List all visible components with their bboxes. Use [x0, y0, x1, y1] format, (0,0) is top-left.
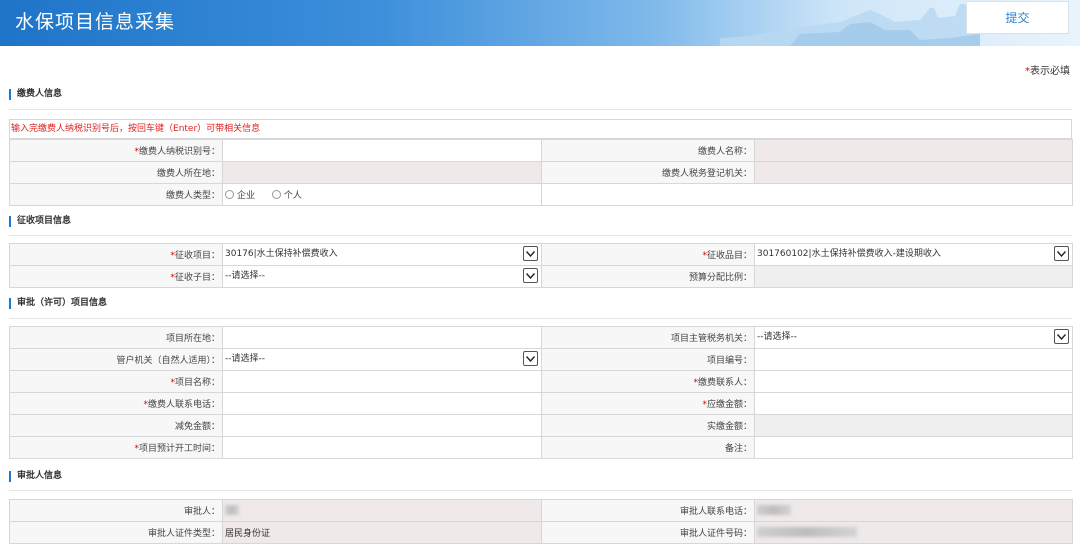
payer-table: *缴费人纳税识别号： 缴费人名称： 缴费人所在地： 缴费人税务登记机关： 缴费人… [9, 139, 1073, 206]
remark-input[interactable] [754, 436, 1073, 459]
amount-due-input[interactable] [754, 392, 1073, 415]
phone-label: *缴费人联系电话： [9, 392, 223, 415]
project-authority-select[interactable]: --请选择-- [754, 326, 1073, 349]
approver-id-number-field [754, 521, 1073, 544]
reduction-label: 减免金额： [9, 414, 223, 437]
actual-amount-label: 实缴金额： [541, 414, 755, 437]
header-banner: 水保项目信息采集 提交 [0, 0, 1080, 46]
section-title-collection: 征收项目信息 [9, 216, 71, 227]
project-location-label: 项目所在地： [9, 326, 223, 349]
collection-category-select[interactable]: 301760102|水土保持补偿费收入-建设期收入 [754, 243, 1073, 266]
table-row: 审批人证件类型： 居民身份证 审批人证件号码： [9, 521, 1073, 544]
divider [9, 318, 1072, 319]
table-row: *项目名称： *缴费联系人： [9, 370, 1073, 393]
start-time-label: *项目预计开工时间： [9, 436, 223, 459]
amount-due-label: *应缴金额： [541, 392, 755, 415]
approver-id-number-label: 审批人证件号码： [541, 521, 755, 544]
table-row: *缴费人纳税识别号： 缴费人名称： [9, 139, 1073, 162]
payer-location-field [222, 161, 542, 184]
table-row: 项目所在地： 项目主管税务机关： --请选择-- [9, 326, 1073, 349]
actual-amount-field [754, 414, 1073, 437]
tax-id-notice: 输入完缴费人纳税识别号后，按回车键（Enter）可带相关信息 [9, 119, 1072, 139]
approver-phone-label: 审批人联系电话： [541, 499, 755, 522]
table-row: *缴费人联系电话： *应缴金额： [9, 392, 1073, 415]
start-time-input[interactable] [222, 436, 542, 459]
collection-subitem-label: *征收子目： [9, 265, 223, 288]
project-location-input[interactable] [222, 326, 542, 349]
project-name-label: *项目名称： [9, 370, 223, 393]
payer-type-radios: 企业 个人 [222, 183, 542, 206]
table-row: *征收项目： 30176|水土保持补偿费收入 *征收品目： 301760102|… [9, 243, 1073, 266]
payer-location-label: 缴费人所在地： [9, 161, 223, 184]
table-row: 审批人： 审批人联系电话： [9, 499, 1073, 522]
collection-table: *征收项目： 30176|水土保持补偿费收入 *征收品目： 301760102|… [9, 243, 1073, 288]
approver-name-field [222, 499, 542, 522]
remark-label: 备注： [541, 436, 755, 459]
radio-individual[interactable]: 个人 [271, 188, 302, 201]
submit-button[interactable]: 提交 [966, 1, 1069, 34]
section-title-payer: 缴费人信息 [9, 89, 62, 100]
project-number-label: 项目编号： [541, 348, 755, 371]
chevron-down-icon[interactable] [523, 351, 538, 366]
redacted-value [757, 527, 857, 538]
payer-name-field [754, 139, 1073, 162]
phone-input[interactable] [222, 392, 542, 415]
approver-phone-field [754, 499, 1073, 522]
tax-id-input[interactable] [222, 139, 542, 162]
approver-name-label: 审批人： [9, 499, 223, 522]
reduction-input[interactable] [222, 414, 542, 437]
chevron-down-icon[interactable] [1054, 246, 1069, 261]
collection-item-label: *征收项目： [9, 243, 223, 266]
empty-cell [541, 183, 1073, 206]
contact-input[interactable] [754, 370, 1073, 393]
page-title: 水保项目信息采集 [15, 11, 176, 33]
divider [9, 490, 1072, 491]
table-row: *征收子目： --请选择-- 预算分配比例： [9, 265, 1073, 288]
tax-office-label: 缴费人税务登记机关： [541, 161, 755, 184]
approver-table: 审批人： 审批人联系电话： 审批人证件类型： 居民身份证 审批人证件号码： [9, 499, 1073, 544]
project-authority-label: 项目主管税务机关： [541, 326, 755, 349]
budget-ratio-field [754, 265, 1073, 288]
account-office-label: 管户机关（自然人适用）： [9, 348, 223, 371]
table-row: 管户机关（自然人适用）： --请选择-- 项目编号： [9, 348, 1073, 371]
radio-icon [271, 189, 281, 199]
section-title-approval-project: 审批（许可）项目信息 [9, 298, 107, 309]
radio-enterprise[interactable]: 企业 [225, 188, 255, 201]
radio-icon [225, 189, 234, 199]
chevron-down-icon[interactable] [1054, 329, 1069, 344]
payer-type-label: 缴费人类型： [9, 183, 223, 206]
collection-category-label: *征收品目： [541, 243, 755, 266]
redacted-value [225, 505, 239, 516]
budget-ratio-label: 预算分配比例： [541, 265, 755, 288]
section-title-approver: 审批人信息 [9, 471, 62, 482]
tax-office-field [754, 161, 1073, 184]
collection-subitem-select[interactable]: --请选择-- [222, 265, 542, 288]
payer-name-label: 缴费人名称： [541, 139, 755, 162]
table-row: 减免金额： 实缴金额： [9, 414, 1073, 437]
chevron-down-icon[interactable] [523, 268, 538, 283]
approver-id-type-field: 居民身份证 [222, 521, 542, 544]
contact-label: *缴费联系人： [541, 370, 755, 393]
required-note: *表示必填 [1025, 66, 1070, 77]
table-row: *项目预计开工时间： 备注： [9, 436, 1073, 459]
skyline-illustration [720, 4, 980, 46]
divider [9, 109, 1072, 110]
chevron-down-icon[interactable] [523, 246, 538, 261]
table-row: 缴费人所在地： 缴费人税务登记机关： [9, 161, 1073, 184]
redacted-value [757, 505, 791, 516]
project-name-input[interactable] [222, 370, 542, 393]
approver-id-type-label: 审批人证件类型： [9, 521, 223, 544]
collection-item-select[interactable]: 30176|水土保持补偿费收入 [222, 243, 542, 266]
account-office-select[interactable]: --请选择-- [222, 348, 542, 371]
project-table: 项目所在地： 项目主管税务机关： --请选择-- 管户机关（自然人适用）： --… [9, 326, 1073, 459]
divider [9, 235, 1072, 236]
project-number-input[interactable] [754, 348, 1073, 371]
table-row: 缴费人类型： 企业 个人 [9, 183, 1073, 206]
tax-id-label: *缴费人纳税识别号： [9, 139, 223, 162]
